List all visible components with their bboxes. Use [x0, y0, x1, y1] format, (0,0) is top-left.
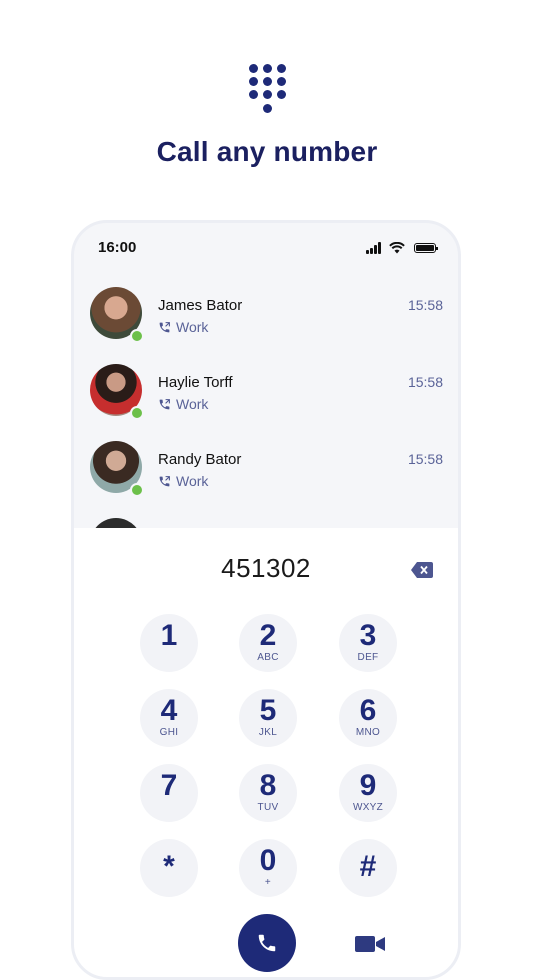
dialpad-icon [249, 64, 287, 114]
call-type: Work [158, 473, 208, 489]
contact-name: Randy Bator [158, 451, 242, 468]
call-time: 15:58 [407, 451, 443, 467]
page-title: Call any number [156, 136, 378, 167]
list-item[interactable]: James Bator Work 15:58 [74, 287, 458, 355]
dial-key-1[interactable]: 1 [140, 614, 198, 672]
contact-name: Haylie Torff [158, 374, 233, 391]
outgoing-call-icon [159, 475, 170, 486]
dial-key-3[interactable]: 3 DEF [339, 614, 397, 672]
battery-icon [414, 243, 438, 253]
dial-key-2[interactable]: 2 ABC [239, 614, 297, 672]
call-time: 15:58 [407, 374, 443, 390]
signal-icon [366, 242, 382, 254]
call-type: Work [158, 319, 208, 335]
call-button[interactable] [238, 914, 296, 972]
phone-mockup: 16:00 James Bator Work 15:58 Haylie Torf… [71, 220, 461, 980]
dialed-number[interactable]: 451302 [74, 553, 458, 584]
online-indicator [130, 483, 144, 497]
status-icons [366, 242, 446, 256]
dial-key-5[interactable]: 5 JKL [239, 689, 297, 747]
dial-key-7[interactable]: 7 [140, 764, 198, 822]
dial-key-4[interactable]: 4 GHI [140, 689, 198, 747]
outgoing-call-icon [159, 321, 170, 332]
dial-key-star[interactable]: * [140, 839, 198, 897]
dial-key-6[interactable]: 6 MNO [339, 689, 397, 747]
backspace-icon[interactable] [411, 562, 433, 578]
status-time: 16:00 [98, 239, 137, 256]
outgoing-call-icon [159, 398, 170, 409]
dial-key-hash[interactable]: # [339, 839, 397, 897]
contact-name: James Bator [158, 297, 243, 314]
online-indicator [130, 329, 144, 343]
phone-icon [258, 934, 276, 952]
dial-key-0[interactable]: 0 + [239, 839, 297, 897]
dial-key-9[interactable]: 9 WXYZ [339, 764, 397, 822]
call-time: 15:58 [407, 297, 443, 313]
video-icon[interactable] [355, 934, 385, 954]
list-item[interactable]: Haylie Torff Work 15:58 [74, 364, 458, 432]
list-item[interactable]: Randy Bator Work 15:58 [74, 441, 458, 509]
call-type: Work [158, 396, 208, 412]
dialer-panel: 451302 1 2 ABC 3 DEF 4 GHI 5 JKL 6 MNO 7 8 TUV… [74, 528, 458, 977]
online-indicator [130, 406, 144, 420]
dial-key-8[interactable]: 8 TUV [239, 764, 297, 822]
wifi-icon [389, 242, 405, 254]
